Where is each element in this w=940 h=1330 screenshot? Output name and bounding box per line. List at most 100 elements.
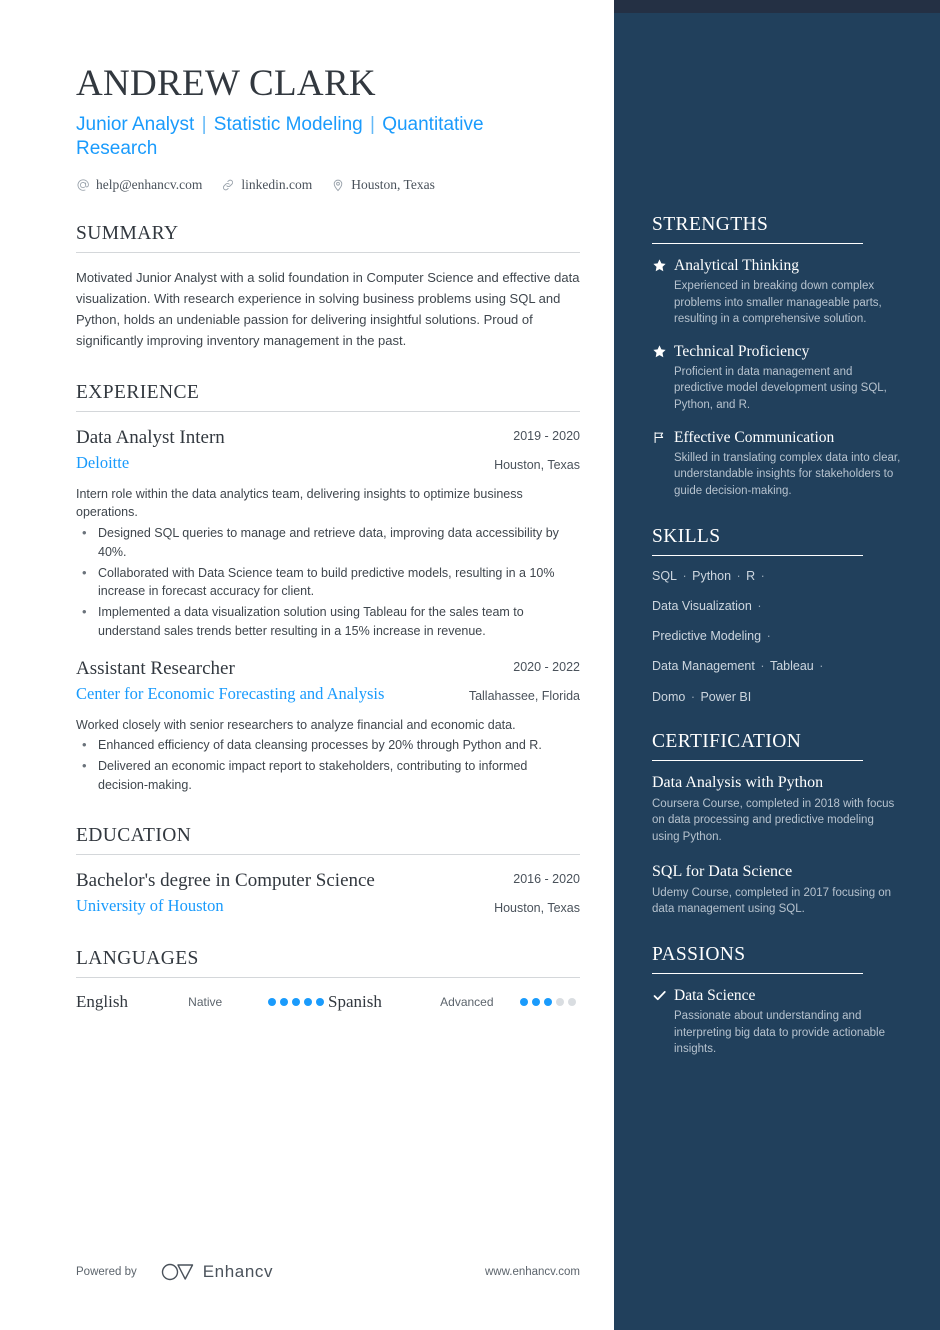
experience-entry: Data Analyst Intern Deloitte 2019 - 2020 Ho… (76, 426, 580, 641)
list-item: Collaborated with Data Science team to b… (76, 563, 580, 602)
section-summary: SUMMARY Motivated Junior Analyst with a … (76, 223, 580, 351)
skill-line: Predictive Modeling · (652, 628, 902, 644)
skill-separator: · (753, 598, 762, 613)
summary-text: Motivated Junior Analyst with a solid fo… (76, 270, 580, 349)
experience-divider (76, 410, 580, 412)
sidebar: STRENGTHS Analytical Thinking Experienced… (614, 0, 940, 1330)
star-icon (652, 256, 674, 328)
rating-dot-filled (544, 997, 552, 1006)
certification-title: Data Analysis with Python (652, 773, 824, 791)
experience-entry-organization[interactable]: Center for Economic Forecasting and Anal… (76, 683, 418, 704)
skill-separator: · (763, 629, 771, 644)
languages-list: English Native Spanish Advanced (76, 992, 580, 1012)
strength-item-body: Effective Communication Skilled in transl… (674, 428, 902, 500)
list-item: Enhanced efficiency of data cleansing pr… (76, 735, 580, 755)
contact-text: help@enhancv.com (96, 177, 203, 193)
list-item: Delivered an economic impact report to s… (76, 756, 580, 795)
location-pin-icon (334, 179, 343, 192)
skill-separator: · (679, 568, 691, 583)
rating-dot-filled (280, 997, 288, 1006)
education-entry-header: Bachelor's degree in Computer Science Uni… (76, 869, 580, 918)
contact-item[interactable]: help@enhancv.com (76, 177, 202, 193)
strength-item-title: Analytical Thinking (674, 257, 799, 274)
contact-row: help@enhancv.com linkedin.com Houston, Tex… (76, 177, 580, 193)
rating-dot-empty (556, 997, 564, 1006)
experience-entry-title: Data Analyst Intern (76, 426, 225, 448)
rating-dot-filled (304, 997, 312, 1006)
experience-entry-bullets: Designed SQL queries to manage and retri… (76, 523, 580, 641)
experience-entry-header: Data Analyst Intern Deloitte 2019 - 2020 Ho… (76, 426, 580, 475)
skills-divider (652, 554, 863, 556)
star-icon (652, 342, 674, 414)
language-level: Advanced (440, 994, 494, 1009)
skill-separator: · (756, 659, 768, 674)
strength-item-description: Proficient in data management and predic… (674, 365, 887, 412)
skill-line: Data Visualization · (652, 598, 902, 614)
rating-dot-filled (532, 997, 540, 1006)
check-icon (653, 991, 666, 1001)
experience-list: Data Analyst Intern Deloitte 2019 - 2020 Ho… (76, 426, 580, 795)
list-item: Designed SQL queries to manage and retri… (76, 523, 580, 562)
language-name: Spanish (328, 991, 382, 1011)
link-icon (223, 180, 234, 191)
contact-item[interactable]: Houston, Texas (331, 177, 435, 193)
page-title: ANDREW CLARK (76, 63, 376, 104)
headline-separator: | (196, 113, 212, 135)
skill-separator: · (815, 659, 824, 674)
experience-entry-location: Houston, Texas (494, 457, 580, 472)
rating-dot-filled (292, 997, 300, 1006)
experience-heading: EXPERIENCE (76, 381, 200, 403)
language-item: Spanish Advanced (328, 992, 580, 1012)
skills-list: SQL · Python · R · Data Visualization · … (652, 568, 902, 705)
headline-part: Junior Analyst (76, 113, 195, 135)
sidebar-content: STRENGTHS Analytical Thinking Experienced… (652, 214, 902, 1084)
strength-item-body: Technical Proficiency Proficient in data … (674, 342, 902, 414)
headline-separator: | (364, 113, 381, 135)
skill-line: Domo · Power BI (652, 689, 902, 705)
strength-item: Effective Communication Skilled in transl… (652, 428, 902, 500)
certification-title: SQL for Data Science (652, 862, 793, 880)
language-rating-dots (268, 997, 328, 1006)
experience-entry-organization[interactable]: Deloitte (76, 452, 418, 473)
at-icon (77, 179, 89, 192)
education-list: Bachelor's degree in Computer Science Uni… (76, 869, 580, 918)
passion-item-body: Data Science Passionate about understandi… (674, 986, 902, 1058)
experience-entry-title: Assistant Researcher (76, 657, 235, 679)
at-icon (76, 178, 90, 192)
skill-line: Data Management · Tableau · (652, 658, 902, 674)
certification-list: Data Analysis with Python Coursera Course… (652, 773, 902, 918)
experience-entry-meta: 2020 - 2022 Tallahassee, Florida (450, 657, 580, 706)
sidebar-top-strip (614, 0, 940, 13)
passion-item-title: Data Science (674, 987, 756, 1005)
skill-tag: SQL (652, 568, 678, 583)
language-name: English (76, 991, 128, 1011)
skill-tag: Tableau (769, 659, 814, 674)
experience-entry-description: Intern role within the data analytics te… (76, 486, 523, 520)
sidebar-section-passions: PASSIONS Data Science Passionate about un… (652, 944, 902, 1058)
education-entry-organization[interactable]: University of Houston (76, 895, 418, 916)
skill-tag: Data Management (652, 659, 755, 674)
education-entry: Bachelor's degree in Computer Science Uni… (76, 869, 580, 918)
certification-description: Coursera Course, completed in 2018 with … (652, 797, 895, 844)
strength-item: Technical Proficiency Proficient in data … (652, 342, 902, 414)
languages-heading: LANGUAGES (76, 947, 199, 969)
headline-part: Statistic Modeling (213, 113, 363, 135)
flag-icon (652, 428, 674, 500)
list-item: Implemented a data visualization solutio… (76, 602, 580, 641)
certification-heading: CERTIFICATION (652, 730, 802, 752)
footer-website: www.enhancv.com (484, 1266, 580, 1278)
strengths-list: Analytical Thinking Experienced in breaki… (652, 256, 902, 500)
language-rating-dots (520, 997, 580, 1006)
skill-tag: Data Visualization (652, 598, 752, 613)
skill-separator: · (757, 568, 765, 583)
main-column: ANDREW CLARK Junior Analyst | Statistic … (0, 0, 614, 1330)
contact-item[interactable]: linkedin.com (221, 177, 312, 193)
skill-tag: Domo (652, 689, 686, 704)
experience-entry-header: Assistant Researcher Center for Economic … (76, 657, 580, 706)
section-experience: EXPERIENCE Data Analyst Intern Deloitte 20… (76, 382, 580, 795)
flag-icon (654, 431, 664, 443)
education-heading: EDUCATION (76, 824, 192, 846)
rating-dot-filled (520, 997, 528, 1006)
experience-entry-left: Data Analyst Intern Deloitte (76, 426, 436, 473)
strength-item: Analytical Thinking Experienced in breaki… (652, 256, 902, 328)
